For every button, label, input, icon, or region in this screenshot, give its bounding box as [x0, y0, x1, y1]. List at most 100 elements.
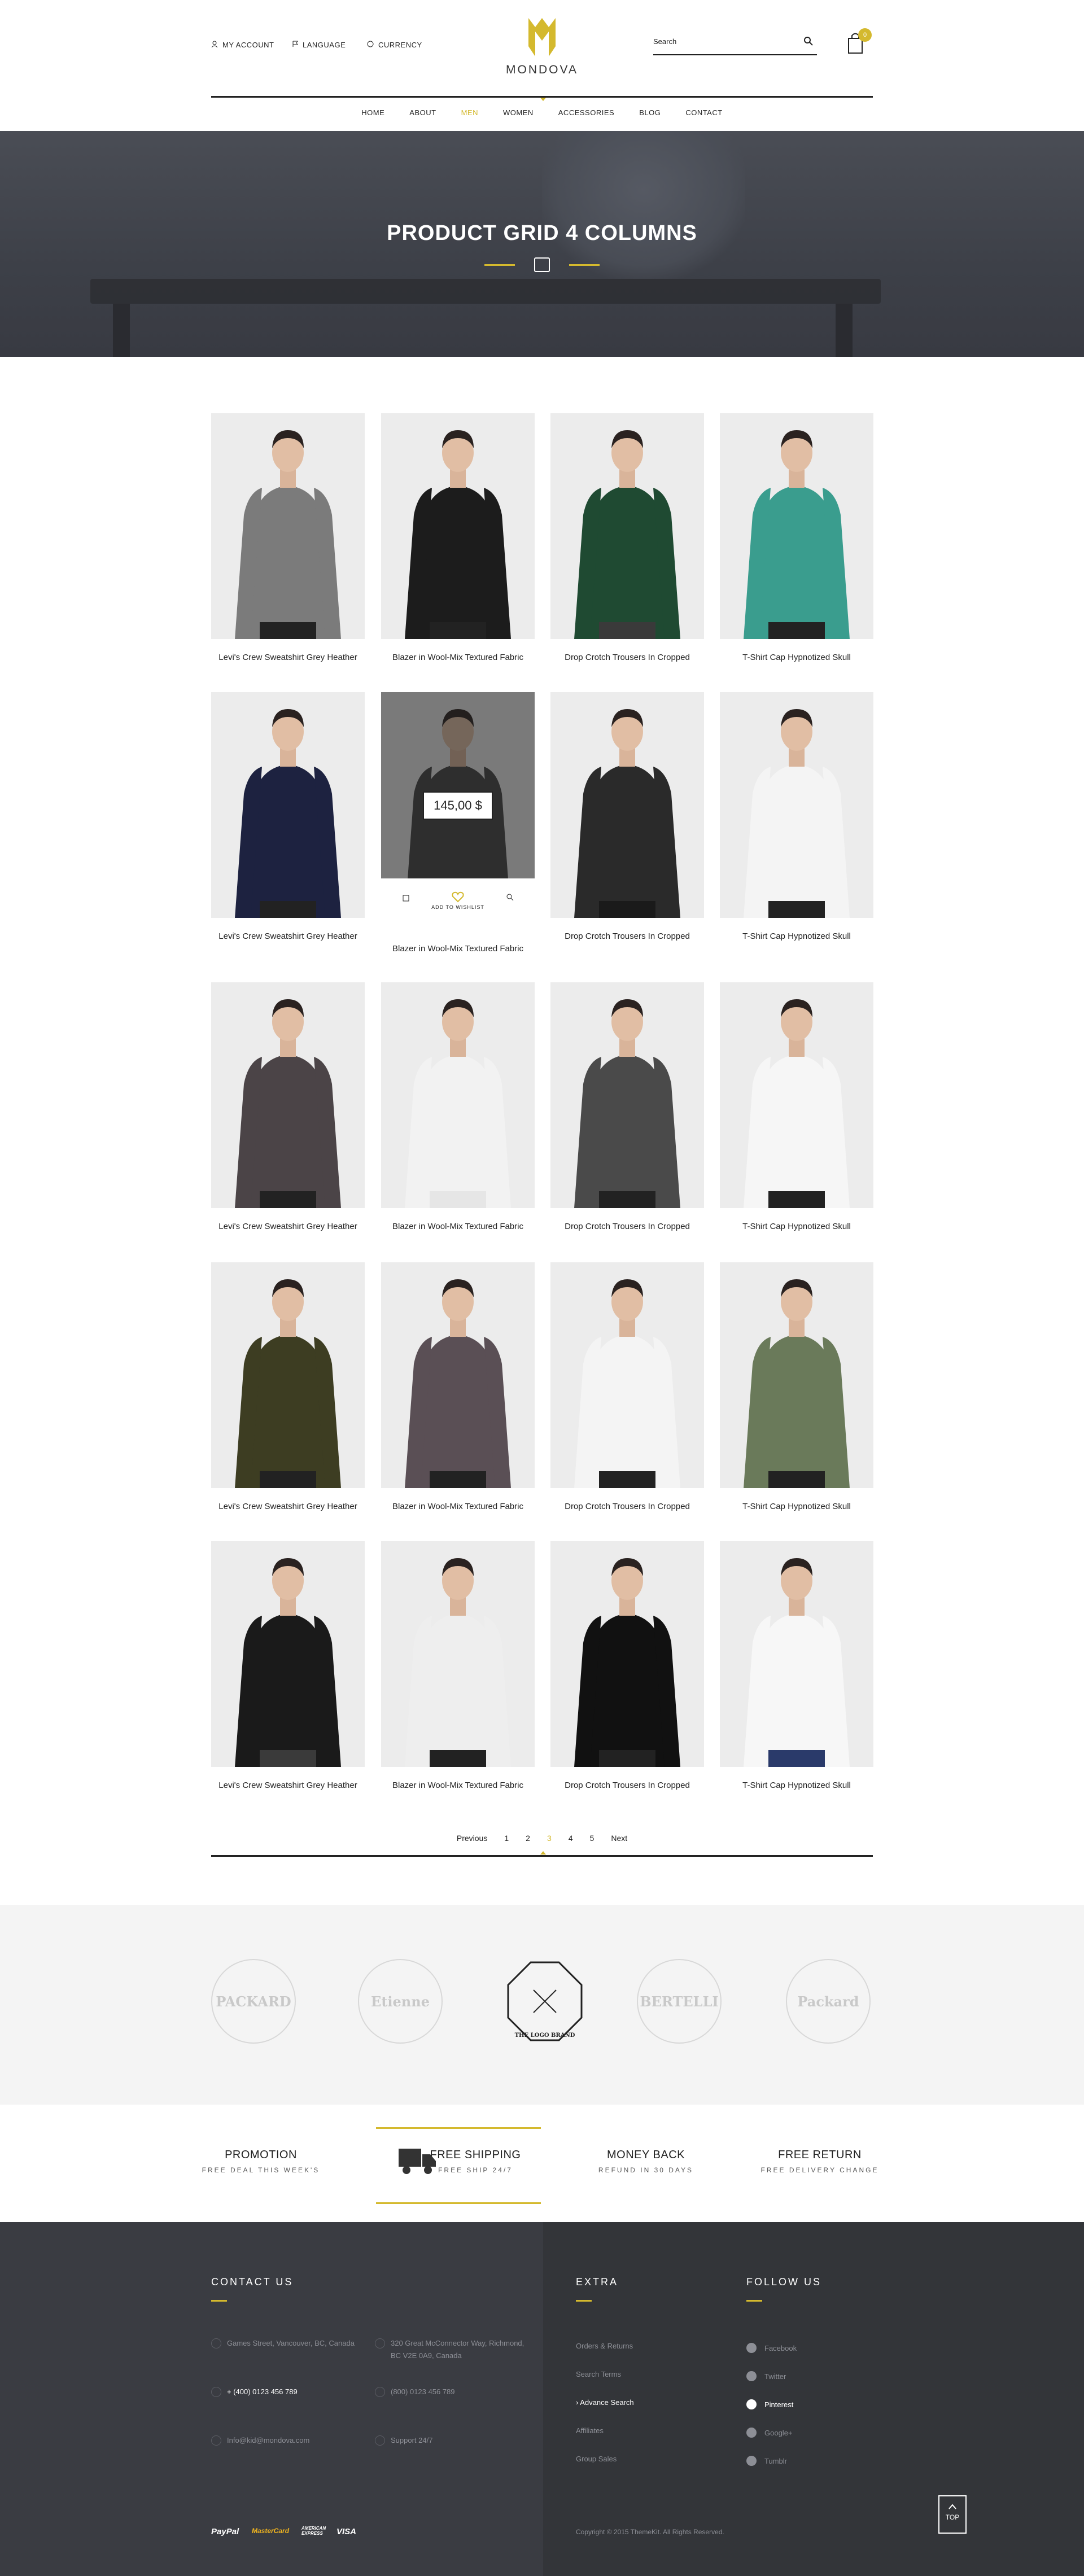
product-image[interactable] — [381, 982, 535, 1208]
product-name[interactable]: T-Shirt Cap Hypnotized Skull — [720, 1222, 873, 1231]
cart-button[interactable]: 0 — [847, 28, 872, 55]
search-input[interactable]: Search — [653, 37, 676, 46]
product-image[interactable] — [720, 982, 873, 1208]
nav-item-blog[interactable]: BLOG — [639, 108, 661, 117]
product-card[interactable]: T-Shirt Cap Hypnotized Skull — [720, 1262, 873, 1511]
product-image[interactable] — [550, 692, 704, 918]
site-logo[interactable]: MONDOVA — [505, 16, 579, 77]
product-image[interactable] — [720, 1541, 873, 1767]
product-image[interactable] — [211, 413, 365, 639]
product-name[interactable]: Levi's Crew Sweatshirt Grey Heather — [211, 1502, 365, 1511]
footer-link[interactable]: › Advance Search — [576, 2398, 634, 2407]
product-card[interactable]: Drop Crotch Trousers In Cropped — [550, 413, 704, 662]
product-image[interactable] — [550, 982, 704, 1208]
my-account-link[interactable]: MY ACCOUNT — [211, 41, 274, 49]
product-card[interactable]: Levi's Crew Sweatshirt Grey Heather — [211, 1541, 365, 1790]
product-name[interactable]: Drop Crotch Trousers In Cropped — [550, 931, 704, 941]
product-name[interactable]: Blazer in Wool-Mix Textured Fabric — [381, 1781, 535, 1790]
product-name[interactable]: T-Shirt Cap Hypnotized Skull — [720, 1502, 873, 1511]
product-name[interactable]: Levi's Crew Sweatshirt Grey Heather — [211, 653, 365, 662]
footer-link[interactable]: Group Sales — [576, 2455, 617, 2463]
product-image[interactable]: 145,00 $ ADD TO WISHLIST — [381, 692, 535, 918]
product-card[interactable]: Drop Crotch Trousers In Cropped — [550, 1541, 704, 1790]
social-link-facebook[interactable]: Facebook — [746, 2343, 797, 2353]
product-card[interactable]: Drop Crotch Trousers In Cropped — [550, 982, 704, 1231]
pagination-page-5[interactable]: 5 — [590, 1834, 595, 1851]
product-image[interactable] — [211, 1541, 365, 1767]
wishlist-heart-icon[interactable] — [452, 891, 464, 906]
product-image[interactable] — [720, 692, 873, 918]
product-card[interactable]: Levi's Crew Sweatshirt Grey Heather — [211, 982, 365, 1231]
nav-item-accessories[interactable]: ACCESSORIES — [558, 108, 614, 117]
product-image[interactable] — [550, 1541, 704, 1767]
pagination-previous[interactable]: Previous — [457, 1834, 487, 1851]
product-card[interactable]: Levi's Crew Sweatshirt Grey Heather — [211, 1262, 365, 1511]
product-name[interactable]: Drop Crotch Trousers In Cropped — [550, 1781, 704, 1790]
product-image[interactable] — [211, 1262, 365, 1488]
product-name[interactable]: Levi's Crew Sweatshirt Grey Heather — [211, 1222, 365, 1231]
product-card[interactable]: Blazer in Wool-Mix Textured Fabric — [381, 413, 535, 662]
product-card[interactable]: Levi's Crew Sweatshirt Grey Heather — [211, 692, 365, 941]
product-card[interactable]: 145,00 $ ADD TO WISHLIST Blazer in Wool-Mi… — [381, 692, 535, 954]
product-card[interactable]: Blazer in Wool-Mix Textured Fabric — [381, 982, 535, 1231]
nav-item-men[interactable]: MEN — [461, 108, 478, 117]
brand-logo[interactable]: THE LOGO BRAND — [502, 1959, 587, 2044]
quick-view-icon[interactable] — [506, 893, 514, 904]
product-name[interactable]: T-Shirt Cap Hypnotized Skull — [720, 653, 873, 662]
product-name[interactable]: T-Shirt Cap Hypnotized Skull — [720, 1781, 873, 1790]
social-link-twitter[interactable]: Twitter — [746, 2371, 786, 2381]
footer-link[interactable]: Orders & Returns — [576, 2342, 633, 2350]
pagination-page-2[interactable]: 2 — [526, 1834, 530, 1851]
product-image[interactable] — [381, 1541, 535, 1767]
product-image[interactable] — [211, 692, 365, 918]
brand-logo[interactable]: Etienne — [358, 1959, 443, 2044]
product-name[interactable]: T-Shirt Cap Hypnotized Skull — [720, 931, 873, 941]
search-icon[interactable] — [803, 36, 814, 49]
social-link-googleplus[interactable]: Google+ — [746, 2428, 793, 2438]
pagination-next[interactable]: Next — [611, 1834, 627, 1851]
nav-item-about[interactable]: ABOUT — [409, 108, 436, 117]
footer-link[interactable]: Affiliates — [576, 2426, 604, 2435]
product-image[interactable] — [550, 413, 704, 639]
product-image[interactable] — [211, 982, 365, 1208]
social-link-pinterest[interactable]: Pinterest — [746, 2399, 793, 2409]
product-image[interactable] — [720, 413, 873, 639]
product-card[interactable]: Blazer in Wool-Mix Textured Fabric — [381, 1262, 535, 1511]
product-name[interactable]: Blazer in Wool-Mix Textured Fabric — [381, 1502, 535, 1511]
product-card[interactable]: T-Shirt Cap Hypnotized Skull — [720, 413, 873, 662]
product-name[interactable]: Levi's Crew Sweatshirt Grey Heather — [211, 931, 365, 941]
nav-item-women[interactable]: WOMEN — [503, 108, 534, 117]
nav-item-home[interactable]: HOME — [361, 108, 384, 117]
product-name[interactable]: Drop Crotch Trousers In Cropped — [550, 653, 704, 662]
product-card[interactable]: T-Shirt Cap Hypnotized Skull — [720, 692, 873, 941]
product-card[interactable]: Drop Crotch Trousers In Cropped — [550, 1262, 704, 1511]
product-card[interactable]: Levi's Crew Sweatshirt Grey Heather — [211, 413, 365, 662]
product-image[interactable] — [550, 1262, 704, 1488]
back-to-top-button[interactable]: TOP — [938, 2495, 967, 2534]
pagination-page-1[interactable]: 1 — [504, 1834, 509, 1851]
brand-logo[interactable]: BERTELLI — [637, 1959, 722, 2044]
brand-logo[interactable]: Packard — [786, 1959, 871, 2044]
product-card[interactable]: T-Shirt Cap Hypnotized Skull — [720, 982, 873, 1231]
product-card[interactable]: Blazer in Wool-Mix Textured Fabric — [381, 1541, 535, 1790]
product-name[interactable]: Blazer in Wool-Mix Textured Fabric — [381, 653, 535, 662]
footer-link[interactable]: Search Terms — [576, 2370, 621, 2378]
add-to-wishlist-label[interactable]: ADD TO WISHLIST — [381, 904, 535, 910]
brand-logo[interactable]: PACKARD — [211, 1959, 296, 2044]
product-card[interactable]: T-Shirt Cap Hypnotized Skull — [720, 1541, 873, 1790]
pagination-page-3[interactable]: 3 — [547, 1834, 552, 1851]
product-name[interactable]: Blazer in Wool-Mix Textured Fabric — [381, 944, 535, 954]
pagination-page-4[interactable]: 4 — [569, 1834, 573, 1851]
language-selector[interactable]: LANGUAGE — [292, 41, 346, 49]
nav-item-contact[interactable]: CONTACT — [685, 108, 722, 117]
product-image[interactable] — [381, 1262, 535, 1488]
product-name[interactable]: Levi's Crew Sweatshirt Grey Heather — [211, 1781, 365, 1790]
product-image[interactable] — [720, 1262, 873, 1488]
currency-selector[interactable]: CURRENCY — [367, 41, 422, 49]
product-image[interactable] — [381, 413, 535, 639]
product-name[interactable]: Drop Crotch Trousers In Cropped — [550, 1222, 704, 1231]
search-bar[interactable]: Search — [653, 34, 817, 55]
product-name[interactable]: Drop Crotch Trousers In Cropped — [550, 1502, 704, 1511]
product-card[interactable]: Drop Crotch Trousers In Cropped — [550, 692, 704, 941]
product-name[interactable]: Blazer in Wool-Mix Textured Fabric — [381, 1222, 535, 1231]
